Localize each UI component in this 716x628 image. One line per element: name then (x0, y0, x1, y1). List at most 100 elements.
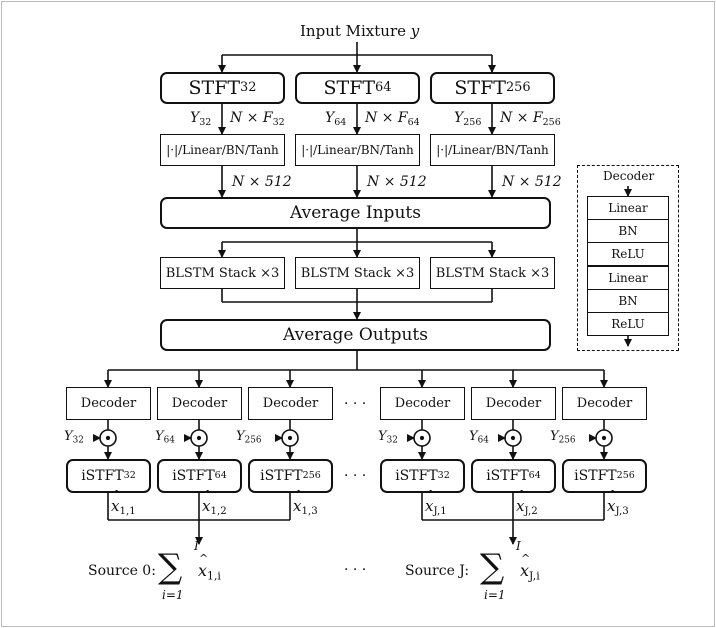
estimate-var: x (425, 488, 436, 515)
estimate-label: x1,3 (293, 488, 318, 517)
sum-lower-limit: i=1 (484, 588, 506, 602)
sum-icon: ∑ (480, 547, 505, 587)
decoder-layer-relu: ReLU (587, 242, 669, 267)
istft-box: iSTFT 256 (248, 459, 333, 493)
text-subscript: 64 (407, 116, 420, 128)
ellipsis-decoders: · · · (344, 396, 367, 412)
text-subscript: 32 (199, 116, 212, 128)
estimate-label: xJ,3 (607, 488, 629, 518)
embedding-dim-label: N × 512 (502, 174, 562, 190)
estimate-label: xJ,1 (425, 488, 447, 518)
istft-box: iSTFT 32 (66, 459, 151, 493)
decoder-layer-bn: BN (587, 219, 669, 244)
text-subscript: 32 (386, 435, 398, 446)
ellipsis-sources: · · · (344, 562, 367, 578)
text-main: N × F (365, 110, 408, 126)
decoder-box: Decoder (562, 387, 647, 420)
dimension-label: N × F64 (365, 110, 420, 128)
spectrogram-label: Y64 (325, 110, 347, 128)
spectrogram-label: Y256 (454, 110, 482, 128)
text-main: iSTFT (574, 468, 617, 484)
source-label-text: Source 0: (88, 563, 156, 579)
spectrogram-label: Y32 (190, 110, 212, 128)
estimate-var: x (202, 488, 213, 515)
mask-input-label: Y32 (64, 429, 84, 446)
text-main: N × F (500, 110, 543, 126)
estimate-subscript: J,1 (433, 506, 447, 518)
input-label-text: Input Mixture (300, 22, 411, 40)
text-main: Y (378, 429, 387, 444)
preprocess-box: |·|/Linear/BN/Tanh (430, 134, 555, 166)
multiply-dot (419, 435, 425, 441)
average-inputs-box: Average Inputs (160, 197, 551, 229)
text-main: Y (325, 110, 335, 126)
decoder-layer-linear: Linear (587, 265, 669, 290)
decoder-box: Decoder (248, 387, 333, 420)
decoder-box: Decoder (66, 387, 151, 420)
stft-box: STFT 64 (295, 72, 420, 104)
source-label-text: Source J: (405, 563, 470, 579)
text-main: Y (454, 110, 464, 126)
mask-input-label: Y64 (155, 429, 175, 446)
text-subscript: 64 (163, 435, 175, 446)
istft-box: iSTFT 64 (471, 459, 556, 493)
estimate-subscript: 1,2 (210, 506, 227, 518)
estimate-var: x (293, 488, 304, 515)
estimate-var: x (111, 488, 122, 515)
preprocess-box: |·|/Linear/BN/Tanh (160, 134, 285, 166)
text-main: Y (190, 110, 200, 126)
ellipsis-istft: · · · (344, 468, 367, 484)
source-label: Source 0: (88, 563, 156, 579)
istft-box: iSTFT 256 (562, 459, 647, 493)
multiply-dot (196, 435, 202, 441)
sum-term-var: x (520, 552, 530, 580)
text-main: STFT (454, 77, 506, 99)
sum-upper-limit: I (194, 539, 199, 553)
estimate-var: x (607, 488, 618, 515)
text-subscript: 256 (463, 116, 482, 128)
blstm-stack-box: BLSTM Stack ×3 (295, 257, 420, 289)
stft-box: STFT 256 (430, 72, 555, 104)
mask-input-label: Y32 (378, 429, 398, 446)
decoder-box: Decoder (157, 387, 242, 420)
embedding-dim-label: N × 512 (367, 174, 427, 190)
text-subscript: 256 (542, 116, 561, 128)
estimate-subscript: J,2 (524, 506, 538, 518)
source-label: Source J: (405, 563, 469, 579)
multiply-dot (105, 435, 111, 441)
sum-term: x1,i (198, 552, 221, 583)
text-main: Y (64, 429, 73, 444)
text-subscript: 256 (558, 435, 576, 446)
decoder-detail-title: Decoder (603, 169, 655, 183)
blstm-stack-box: BLSTM Stack ×3 (160, 257, 285, 289)
text-main: Y (155, 429, 164, 444)
estimate-subscript: 1,1 (119, 506, 136, 518)
sum-term-subscript: J,i (529, 569, 540, 583)
estimate-subscript: J,3 (615, 506, 629, 518)
preprocess-box: |·|/Linear/BN/Tanh (295, 134, 420, 166)
text-main: iSTFT (486, 468, 529, 484)
decoder-box: Decoder (380, 387, 465, 420)
estimate-label: xJ,2 (516, 488, 538, 518)
dimension-label: N × F32 (230, 110, 285, 127)
input-variable: y (410, 22, 420, 40)
decoder-layer-linear: Linear (587, 196, 669, 220)
multiply-dot (287, 435, 293, 441)
average-outputs-box: Average Outputs (160, 319, 551, 351)
text-subscript: 32 (72, 435, 84, 446)
input-mixture-label: Input Mixture y (300, 22, 419, 40)
text-main: Y (550, 429, 559, 444)
text-main: Y (469, 429, 478, 444)
sum-icon: ∑ (158, 547, 183, 587)
multiply-dot (601, 435, 607, 441)
text-main: iSTFT (172, 468, 215, 484)
embedding-dim-label: N × 512 (232, 174, 292, 190)
sum-term-subscript: 1,i (207, 569, 221, 583)
text-subscript: 64 (477, 435, 489, 446)
decoder-layer-bn: BN (587, 288, 669, 313)
text-main: STFT (188, 77, 241, 99)
text-subscript: 64 (334, 116, 347, 128)
text-main: STFT (323, 77, 376, 99)
text-main: iSTFT (395, 468, 438, 484)
text-subscript: 256 (244, 435, 262, 446)
